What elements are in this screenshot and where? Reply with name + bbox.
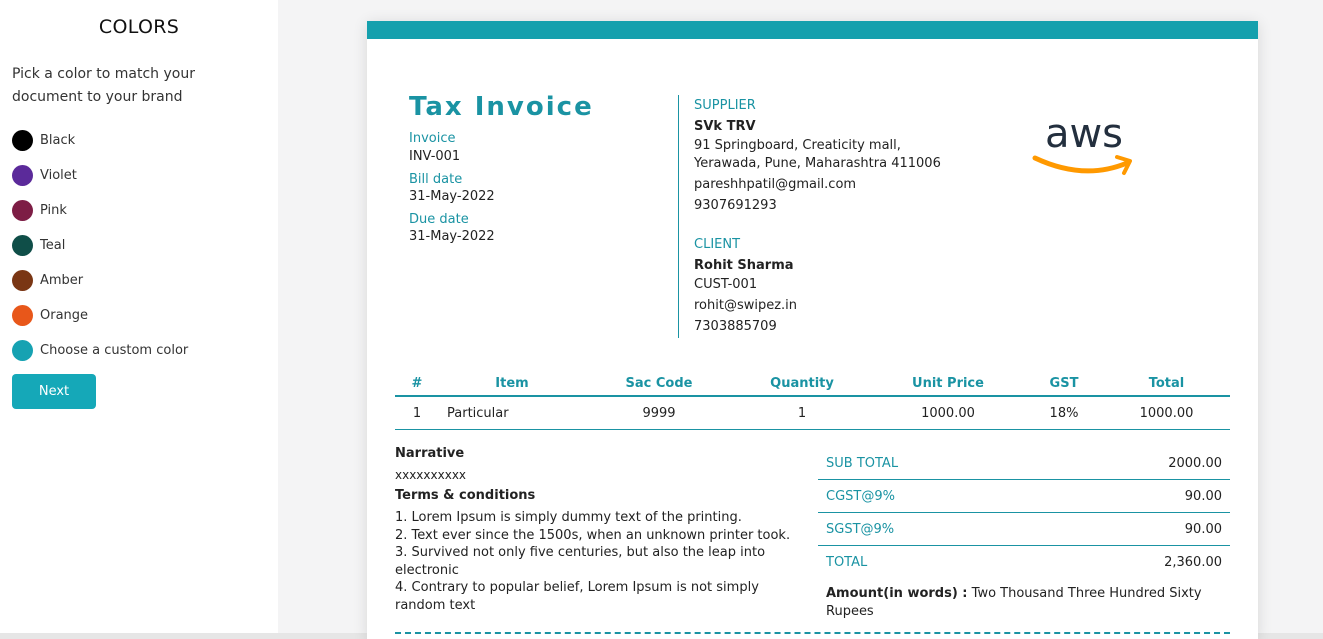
color-swatch <box>12 130 33 151</box>
color-option-teal[interactable]: Teal <box>12 228 188 263</box>
aws-logo-icon: aws <box>1032 113 1132 175</box>
supplier-phone: 9307691293 <box>694 198 777 213</box>
table-cell: 1000.00 <box>921 405 975 421</box>
supplier-address-line2: Yerawada, Pune, Maharashtra 411006 <box>694 156 941 171</box>
column-header: Sac Code <box>625 375 693 391</box>
logo-text: aws <box>1045 113 1123 157</box>
table-cell: Particular <box>447 405 509 421</box>
totals-table: SUB TOTAL 2000.00 CGST@9% 90.00 SGST@9% … <box>818 447 1230 579</box>
color-list: Black Violet Pink Teal Amber Orange Choo… <box>12 123 188 368</box>
color-swatch <box>12 235 33 256</box>
color-option-violet[interactable]: Violet <box>12 158 188 193</box>
color-swatch <box>12 340 33 361</box>
color-label: Choose a custom color <box>40 343 189 358</box>
subtotal-row: SUB TOTAL 2000.00 <box>818 447 1230 480</box>
supplier-email: pareshhpatil@gmail.com <box>694 177 857 192</box>
items-table: # Item Sac Code Quantity Unit Price GST … <box>395 371 1230 430</box>
header-divider <box>678 95 679 338</box>
totals-value: 90.00 <box>1184 488 1222 504</box>
table-cell: 9999 <box>642 405 676 421</box>
invoice-accent-bar <box>367 21 1258 39</box>
terms-item: 4. Contrary to popular belief, Lorem Ips… <box>395 580 759 613</box>
sidebar-title: COLORS <box>98 16 180 38</box>
signature-area-border <box>395 632 1230 639</box>
totals-value: 2,360.00 <box>1164 555 1222 570</box>
invoice-preview: Tax Invoice Invoice INV-001 Bill date 31… <box>367 21 1258 639</box>
invoice-title: Tax Invoice <box>409 92 594 122</box>
table-cell: 1 <box>797 405 807 421</box>
client-label: CLIENT <box>694 237 741 252</box>
narrative-text: xxxxxxxxxx <box>395 468 467 482</box>
client-name: Rohit Sharma <box>694 258 794 273</box>
table-row: 1 Particular 9999 1 1000.00 18% 1000.00 <box>395 397 1230 430</box>
sidebar-description: Pick a color to match your document to y… <box>12 66 195 105</box>
items-table-header: # Item Sac Code Quantity Unit Price GST … <box>395 371 1230 397</box>
bill-date: 31-May-2022 <box>409 189 495 204</box>
supplier-label: SUPPLIER <box>694 98 756 113</box>
color-option-orange[interactable]: Orange <box>12 298 188 333</box>
sgst-row: SGST@9% 90.00 <box>818 513 1230 546</box>
color-option-custom[interactable]: Choose a custom color <box>12 333 188 368</box>
color-swatch <box>12 305 33 326</box>
client-id: CUST-001 <box>694 277 758 292</box>
color-swatch <box>12 270 33 291</box>
table-cell: 18% <box>1049 405 1079 421</box>
client-email: rohit@swipez.in <box>694 298 798 313</box>
totals-label: SGST@9% <box>826 521 895 537</box>
client-phone: 7303885709 <box>694 319 777 334</box>
table-cell: 1000.00 <box>1139 405 1194 421</box>
invoice-number-label: Invoice <box>409 131 456 146</box>
totals-label: SUB TOTAL <box>826 455 899 471</box>
terms-item: 3. Survived not only five centuries, but… <box>395 545 766 578</box>
column-header: Total <box>1148 375 1185 391</box>
totals-value: 90.00 <box>1184 521 1222 537</box>
supplier-address-line1: 91 Springboard, Creaticity mall, <box>694 138 901 153</box>
column-header: Unit Price <box>912 375 984 391</box>
column-header: Item <box>495 375 529 391</box>
totals-label: CGST@9% <box>826 488 895 504</box>
next-button[interactable]: Next <box>12 374 96 409</box>
totals-label: TOTAL <box>826 555 868 570</box>
due-date: 31-May-2022 <box>409 229 495 244</box>
bill-date-label: Bill date <box>409 172 463 187</box>
terms-item: 2. Text ever since the 1500s, when an un… <box>395 527 791 543</box>
invoice-number: INV-001 <box>409 149 461 164</box>
color-label: Amber <box>40 273 84 288</box>
color-label: Black <box>40 133 76 148</box>
amount-in-words-label: Amount(in words) : <box>826 586 968 601</box>
terms-item: 1. Lorem Ipsum is simply dummy text of t… <box>395 510 742 525</box>
column-header: Quantity <box>770 375 834 391</box>
column-header: # <box>411 375 423 391</box>
total-row: TOTAL 2,360.00 <box>818 546 1230 579</box>
color-swatch <box>12 200 33 221</box>
terms-label: Terms & conditions <box>395 488 536 503</box>
color-label: Orange <box>40 308 89 323</box>
amount-in-words: Amount(in words) : Two Thousand Three Hu… <box>826 585 1206 621</box>
column-header: GST <box>1049 375 1079 391</box>
color-swatch <box>12 165 33 186</box>
cgst-row: CGST@9% 90.00 <box>818 480 1230 513</box>
narrative-label: Narrative <box>395 446 465 461</box>
supplier-name: SVk TRV <box>694 119 756 134</box>
table-cell: 1 <box>412 405 422 421</box>
color-label: Violet <box>40 168 77 183</box>
color-option-amber[interactable]: Amber <box>12 263 188 298</box>
color-label: Pink <box>40 203 67 218</box>
terms-list: 1. Lorem Ipsum is simply dummy text of t… <box>395 509 807 614</box>
totals-value: 2000.00 <box>1168 455 1222 471</box>
color-sidebar: COLORS Pick a color to match your docume… <box>0 0 278 639</box>
color-option-pink[interactable]: Pink <box>12 193 188 228</box>
color-option-black[interactable]: Black <box>12 123 188 158</box>
due-date-label: Due date <box>409 212 469 227</box>
color-label: Teal <box>40 238 66 253</box>
